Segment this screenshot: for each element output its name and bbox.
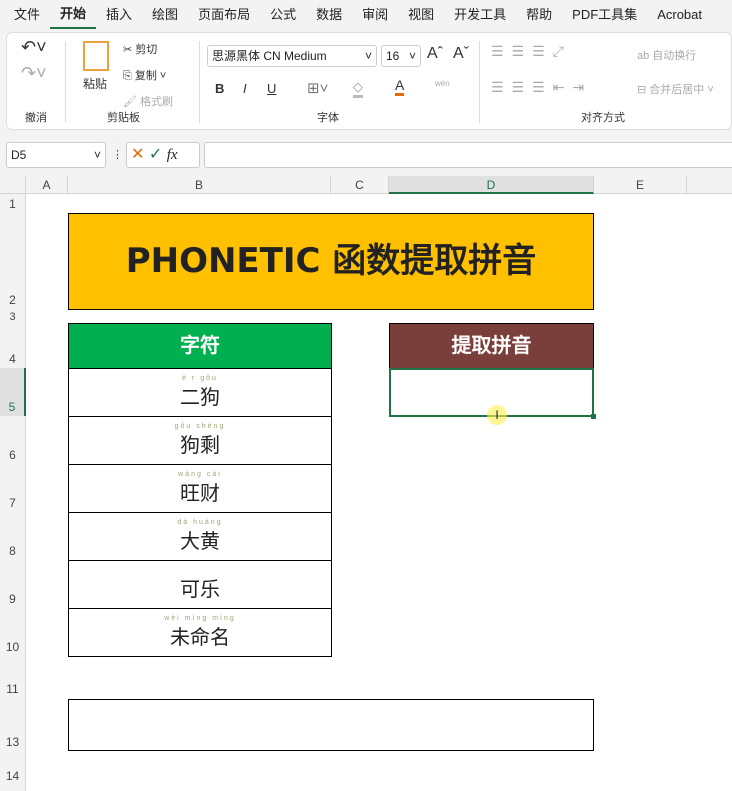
alignment-group-label: 对齐方式 [581,112,625,124]
text-cursor-icon: I [487,405,507,425]
italic-button[interactable]: I [243,81,247,96]
character-cell[interactable]: wàng cái 旺财 [68,464,332,513]
ribbon: ↶˅ ↷˅ 撤消 粘贴 ✂ 剪切 ⎘ 复制 ˅ 🖌 格式刷 剪贴板 思源黑体 C… [0,30,732,134]
formula-input[interactable] [204,142,732,168]
merge-icon: ⊟ [637,84,650,96]
chevron-down-icon: ˅ [408,49,416,63]
wrap-icon: ab [637,50,653,62]
row-header[interactable]: 2 [0,213,26,309]
character-text: 未命名 [170,625,230,649]
redo-icon[interactable]: ↷˅ [21,63,47,84]
column-header-e[interactable]: E [594,176,687,194]
menu-view[interactable]: 视图 [398,0,444,30]
cut-button[interactable]: ✂ 剪切 [123,41,157,57]
format-painter-button[interactable]: 🖌 格式刷 [123,93,173,109]
menu-pdf-tools[interactable]: PDF工具集 [562,0,647,30]
row-header[interactable]: 6 [0,416,26,464]
brush-icon: 🖌 [123,96,141,108]
header-pinyin[interactable]: 提取拼音 [389,323,594,369]
chevron-down-icon: ˅ [93,148,101,162]
menu-file[interactable]: 文件 [4,0,50,30]
column-header-a[interactable]: A [26,176,68,194]
increase-font-icon[interactable]: Aˆ [427,45,443,63]
undo-group-label: 撤消 [25,112,47,124]
font-color-button[interactable]: A [395,77,405,96]
menu-acrobat[interactable]: Acrobat [647,0,712,30]
underline-button[interactable]: U [267,81,276,96]
formula-bar-area: D5 ˅ ⋮ ✕ ✓ fx [0,134,732,176]
character-cell[interactable]: dà huáng 大黄 [68,512,332,561]
decrease-font-icon[interactable]: Aˇ [453,45,469,63]
row-header[interactable]: 9 [0,560,26,608]
row-header[interactable]: 4 [0,323,26,368]
name-box[interactable]: D5 ˅ [6,142,106,168]
menu-draw[interactable]: 绘图 [142,0,188,30]
font-name-select[interactable]: 思源黑体 CN Medium ˅ [207,45,377,67]
character-cell[interactable]: è r gǒu 二狗 [68,368,332,417]
scissors-icon: ✂ [123,44,136,56]
bold-button[interactable]: B [215,81,224,96]
row-header[interactable]: 1 [0,194,26,213]
column-header-f[interactable] [687,176,732,194]
empty-output-cell[interactable] [68,699,594,751]
clipboard-group-label: 剪贴板 [107,112,140,124]
select-all-corner[interactable] [0,176,26,194]
menu-bar: 文件 开始 插入 绘图 页面布局 公式 数据 审阅 视图 开发工具 帮助 PDF… [0,0,732,30]
copy-button[interactable]: ⎘ 复制 ˅ [123,67,166,83]
character-text: 大黄 [180,529,220,553]
column-header-d[interactable]: D [389,176,594,194]
menu-insert[interactable]: 插入 [96,0,142,30]
character-text: 二狗 [180,385,220,409]
header-characters[interactable]: 字符 [68,323,332,369]
character-cell[interactable]: wèi mìng míng 未命名 [68,608,332,657]
row-header[interactable]: 10 [0,608,26,656]
undo-icon[interactable]: ↶˅ [21,37,47,58]
menu-home[interactable]: 开始 [50,1,97,29]
phonetic-button[interactable]: wén [435,79,450,88]
row-header[interactable]: 3 [0,309,26,323]
character-text: 狗剩 [180,433,220,457]
enter-icon[interactable]: ✓ [149,146,162,163]
fx-button[interactable]: fx [167,147,178,163]
paste-icon[interactable] [83,41,109,71]
character-text: 旺财 [180,481,220,505]
border-icon[interactable]: ⊞˅ [307,79,328,97]
merge-center-button[interactable]: ⊟ 合并后居中 ˅ [637,81,714,97]
row-header[interactable]: 11 [0,656,26,698]
wrap-text-button[interactable]: ab 自动换行 [637,47,696,63]
paste-button[interactable]: 粘贴 [83,75,107,92]
menu-developer[interactable]: 开发工具 [444,0,516,30]
character-cell[interactable]: 可乐 [68,560,332,609]
font-size-select[interactable]: 16 ˅ [381,45,421,67]
row-header[interactable]: 13 [0,698,26,751]
copy-icon: ⎘ [123,70,135,82]
menu-page-layout[interactable]: 页面布局 [188,0,260,30]
fill-color-icon[interactable]: ◇ [353,79,363,98]
row-header[interactable]: 14 [0,751,26,791]
character-text: 可乐 [180,577,220,601]
font-group-label: 字体 [317,112,339,124]
chevron-down-icon: ˅ [364,49,372,63]
title-cell[interactable]: PHONETIC 函数提取拼音 [68,213,594,310]
row-header[interactable]: 7 [0,464,26,512]
formula-buttons: ✕ ✓ fx [126,142,200,168]
row-header[interactable]: 5 [0,368,26,416]
vertical-align-icons[interactable]: ☰☰☰⤢ [491,43,572,60]
fill-handle[interactable] [591,414,596,419]
column-header-b[interactable]: B [68,176,331,194]
menu-help[interactable]: 帮助 [516,0,562,30]
horizontal-align-icons[interactable]: ☰☰☰⇤⇥ [491,79,592,96]
column-header-c[interactable]: C [331,176,389,194]
menu-data[interactable]: 数据 [306,0,352,30]
more-icon: ⋮ [112,149,123,161]
menu-review[interactable]: 审阅 [352,0,398,30]
menu-formulas[interactable]: 公式 [260,0,306,30]
row-header[interactable]: 8 [0,512,26,560]
character-cell[interactable]: gǒu shèng 狗剩 [68,416,332,465]
cancel-icon[interactable]: ✕ [131,146,144,163]
